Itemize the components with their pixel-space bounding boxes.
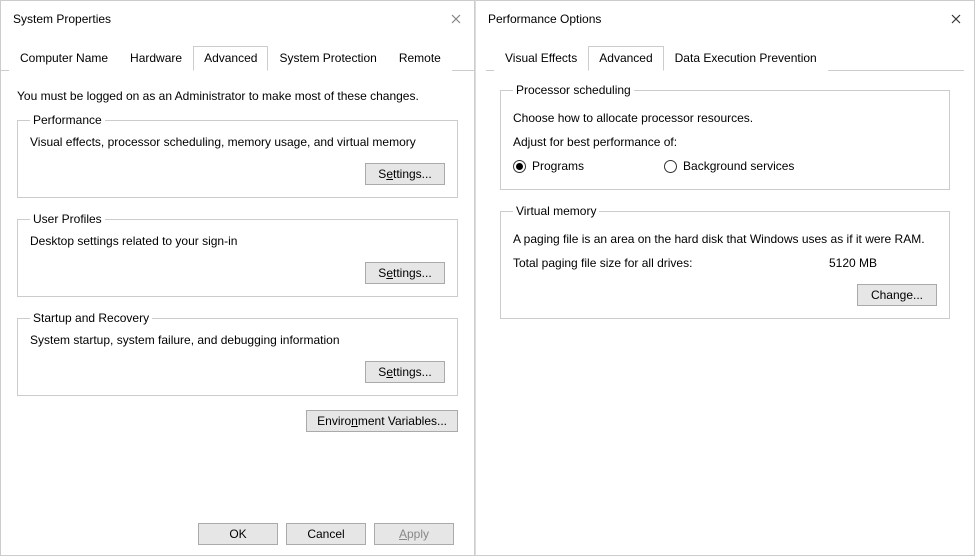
performance-desc: Visual effects, processor scheduling, me… — [30, 135, 445, 149]
vm-total-value: 5120 MB — [829, 256, 937, 270]
ok-button[interactable]: OK — [198, 523, 278, 545]
radio-bg-label: Background services — [683, 159, 794, 173]
startup-legend: Startup and Recovery — [30, 311, 152, 325]
close-icon[interactable] — [946, 9, 966, 29]
system-properties-window: System Properties Computer Name Hardware… — [0, 0, 475, 556]
radio-background-services[interactable]: Background services — [664, 159, 794, 173]
vm-total-row: Total paging file size for all drives: 5… — [513, 256, 937, 270]
startup-desc: System startup, system failure, and debu… — [30, 333, 445, 347]
right-tabs: Visual Effects Advanced Data Execution P… — [486, 45, 964, 71]
radio-icon — [664, 160, 677, 173]
processor-radio-row: Programs Background services — [513, 159, 937, 173]
cancel-button[interactable]: Cancel — [286, 523, 366, 545]
virtual-memory-group: Virtual memory A paging file is an area … — [500, 204, 950, 319]
window-title: System Properties — [13, 12, 111, 26]
titlebar: System Properties — [1, 1, 474, 33]
performance-settings-button[interactable]: Settings... — [365, 163, 445, 185]
vm-change-button[interactable]: Change... — [857, 284, 937, 306]
tab-advanced[interactable]: Advanced — [193, 46, 268, 71]
processor-adjust: Adjust for best performance of: — [513, 135, 937, 149]
apply-button[interactable]: Apply — [374, 523, 454, 545]
vm-desc: A paging file is an area on the hard dis… — [513, 232, 937, 246]
vm-legend: Virtual memory — [513, 204, 599, 218]
tab-advanced-perf[interactable]: Advanced — [588, 46, 663, 71]
processor-legend: Processor scheduling — [513, 83, 634, 97]
tab-dep[interactable]: Data Execution Prevention — [664, 46, 828, 71]
tab-computer-name[interactable]: Computer Name — [9, 46, 119, 71]
left-tabs: Computer Name Hardware Advanced System P… — [1, 45, 474, 71]
user-profiles-desc: Desktop settings related to your sign-in — [30, 234, 445, 248]
startup-settings-button[interactable]: Settings... — [365, 361, 445, 383]
admin-instruct: You must be logged on as an Administrato… — [17, 89, 458, 103]
tab-remote[interactable]: Remote — [388, 46, 452, 71]
left-bottom-buttons: OK Cancel Apply — [198, 523, 454, 545]
performance-group: Performance Visual effects, processor sc… — [17, 113, 458, 198]
tab-visual-effects[interactable]: Visual Effects — [494, 46, 588, 71]
startup-group: Startup and Recovery System startup, sys… — [17, 311, 458, 396]
window-title: Performance Options — [488, 12, 601, 26]
radio-icon — [513, 160, 526, 173]
user-profiles-legend: User Profiles — [30, 212, 105, 226]
processor-scheduling-group: Processor scheduling Choose how to alloc… — [500, 83, 950, 190]
titlebar: Performance Options — [476, 1, 974, 33]
user-profiles-group: User Profiles Desktop settings related t… — [17, 212, 458, 297]
performance-legend: Performance — [30, 113, 105, 127]
tab-system-protection[interactable]: System Protection — [268, 46, 387, 71]
close-icon[interactable] — [446, 9, 466, 29]
environment-variables-button[interactable]: Environment Variables... — [306, 410, 458, 432]
processor-desc: Choose how to allocate processor resourc… — [513, 111, 937, 125]
user-profiles-settings-button[interactable]: Settings... — [365, 262, 445, 284]
right-tab-content: Processor scheduling Choose how to alloc… — [476, 71, 974, 345]
vm-total-label: Total paging file size for all drives: — [513, 256, 692, 270]
performance-options-window: Performance Options Visual Effects Advan… — [475, 0, 975, 556]
radio-programs-label: Programs — [532, 159, 584, 173]
radio-programs[interactable]: Programs — [513, 159, 584, 173]
left-tab-content: You must be logged on as an Administrato… — [1, 71, 474, 444]
tab-hardware[interactable]: Hardware — [119, 46, 193, 71]
